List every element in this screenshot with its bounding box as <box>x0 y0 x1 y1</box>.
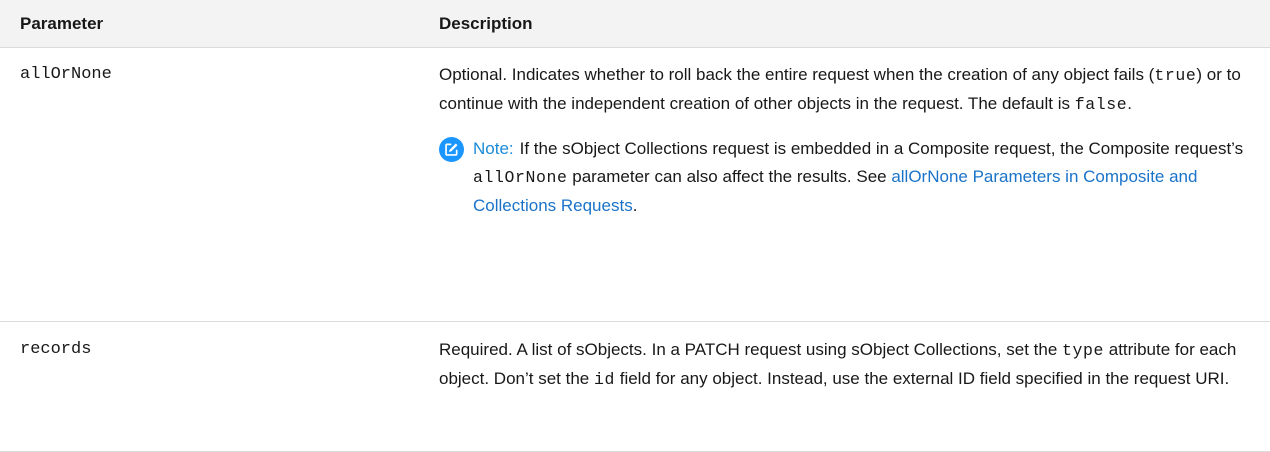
description-text: Required. A list of sObjects. In a PATCH… <box>439 336 1244 394</box>
parameter-name: allOrNone <box>0 47 438 322</box>
table-row: allOrNone Optional. Indicates whether to… <box>0 47 1270 322</box>
description-fragment: field for any object. Instead, use the e… <box>615 369 1230 388</box>
note-body: Note: If the sObject Collections request … <box>473 135 1244 220</box>
code-value-id: id <box>593 370 615 389</box>
note-callout: Note: If the sObject Collections request … <box>439 135 1244 220</box>
note-fragment: If the sObject Collections request is em… <box>519 139 1244 158</box>
column-header-description: Description <box>438 0 1270 48</box>
table-header-row: Parameter Description <box>0 0 1270 48</box>
parameter-description: Required. A list of sObjects. In a PATCH… <box>438 321 1270 452</box>
note-fragment: parameter can also affect the results. S… <box>567 167 892 186</box>
parameter-name: records <box>0 321 438 452</box>
code-value-false: false <box>1074 95 1128 114</box>
description-text: Optional. Indicates whether to roll back… <box>439 61 1244 119</box>
note-label: Note: <box>473 139 514 158</box>
table-row: records Required. A list of sObjects. In… <box>0 321 1270 452</box>
parameter-description: Optional. Indicates whether to roll back… <box>438 47 1270 322</box>
description-fragment: . <box>1127 94 1132 113</box>
column-header-parameter: Parameter <box>0 0 438 48</box>
note-fragment: . <box>632 196 638 215</box>
edit-note-icon <box>439 137 464 162</box>
code-value-type: type <box>1062 341 1105 360</box>
description-fragment: Optional. Indicates whether to roll back… <box>439 65 1155 84</box>
code-value-allornone: allOrNone <box>473 168 568 187</box>
description-fragment: Required. A list of sObjects. In a PATCH… <box>439 340 1062 359</box>
code-value-true: true <box>1154 66 1197 85</box>
parameters-table: Parameter Description allOrNone Optional… <box>0 0 1270 452</box>
